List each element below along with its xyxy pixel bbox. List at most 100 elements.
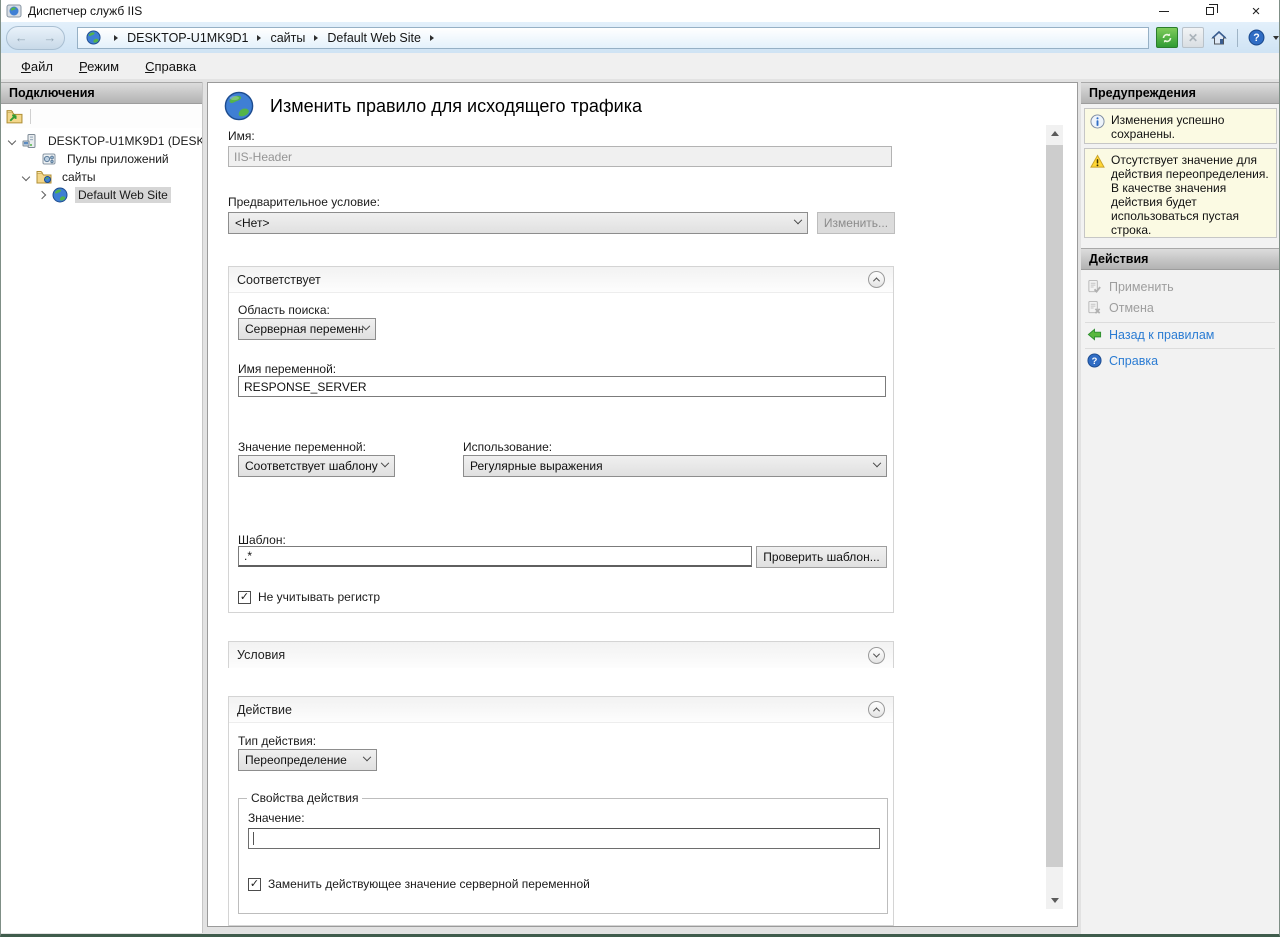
info-alert-text: Изменения успешно сохранены. (1111, 113, 1272, 139)
toolbar-divider (1237, 29, 1238, 47)
chevron-down-icon (794, 216, 802, 224)
stop-icon: ✕ (1188, 31, 1198, 45)
back-to-rules-label: Назад к правилам (1109, 328, 1214, 342)
iis-app-icon (6, 3, 22, 19)
expand-section-button[interactable] (868, 647, 885, 664)
collapse-section-button[interactable] (868, 271, 885, 288)
minimize-button[interactable] (1141, 0, 1187, 22)
value-input[interactable] (248, 828, 880, 849)
tree-item-default-web-site[interactable]: Default Web Site (1, 186, 202, 204)
breadcrumb[interactable]: DESKTOP-U1MK9D1 сайты Default Web Site (77, 27, 1149, 49)
info-icon (1090, 114, 1105, 129)
apply-button[interactable]: Применить (1087, 279, 1174, 294)
breadcrumb-arrow-icon (257, 35, 261, 41)
action-type-select[interactable]: Переопределение (238, 749, 377, 771)
back-nav-icon[interactable]: ← (15, 31, 28, 44)
connections-toolbar (1, 104, 202, 128)
menu-help[interactable]: Справка (139, 56, 202, 77)
replace-value-checkbox[interactable]: ✓ (248, 878, 261, 891)
page-globe-icon (224, 91, 254, 121)
chevron-down-icon[interactable] (22, 173, 30, 181)
name-input[interactable] (228, 146, 892, 167)
sites-folder-icon (36, 169, 52, 185)
help-icon: ? (1087, 353, 1102, 368)
server-icon (22, 133, 38, 149)
name-label: Имя: (228, 129, 255, 143)
text-caret (253, 832, 254, 845)
edit-precondition-button[interactable]: Изменить... (817, 212, 895, 234)
chevron-down-icon (873, 459, 881, 467)
create-connection-icon[interactable] (6, 108, 23, 125)
menu-view[interactable]: Режим (73, 56, 125, 77)
action-section-header: Действие (229, 697, 893, 723)
home-button[interactable] (1208, 27, 1230, 48)
scrollbar-thumb[interactable] (1046, 145, 1063, 867)
scope-select[interactable]: Серверная переменн (238, 318, 376, 340)
pattern-label: Шаблон: (238, 533, 286, 547)
replace-value-label: Заменить действующее значение серверной … (268, 877, 590, 891)
apply-icon (1087, 279, 1102, 294)
refresh-button[interactable] (1156, 27, 1178, 48)
breadcrumb-server[interactable]: DESKTOP-U1MK9D1 (127, 31, 248, 45)
menu-file[interactable]: Файл (15, 56, 59, 77)
usage-value: Регулярные выражения (470, 459, 603, 473)
close-button[interactable]: × (1233, 0, 1279, 22)
breadcrumb-sites[interactable]: сайты (270, 31, 305, 45)
vertical-scrollbar[interactable] (1046, 125, 1063, 909)
chevron-down-icon (873, 650, 880, 657)
scroll-up-button[interactable] (1046, 125, 1063, 142)
conditions-section-title: Условия (237, 648, 285, 662)
restore-button[interactable] (1187, 0, 1233, 22)
tree-item-sites[interactable]: сайты (1, 168, 202, 186)
collapse-section-button[interactable] (868, 701, 885, 718)
warning-alert: Отсутствует значение для действия переоп… (1084, 148, 1277, 238)
back-arrow-icon (1087, 327, 1102, 342)
tree-sites-label: сайты (59, 169, 99, 185)
toolbar-divider (30, 109, 31, 124)
tree-item-server[interactable]: DESKTOP-U1MK9D1 (DESKTOI (1, 132, 202, 150)
precondition-select[interactable]: <Нет> (228, 212, 808, 234)
connections-header: Подключения (1, 82, 202, 104)
alerts-header: Предупреждения (1081, 82, 1280, 104)
tree-item-app-pools[interactable]: Пулы приложений (1, 150, 202, 168)
value-label: Значение: (248, 811, 305, 825)
chevron-right-icon[interactable] (38, 191, 46, 199)
iis-manager-window: Диспетчер служб IIS × ← → DESKTOP-U1MK9D… (0, 0, 1280, 937)
forward-nav-icon[interactable]: → (43, 31, 56, 44)
action-section: Действие Тип действия: Переопределение С… (228, 696, 894, 926)
pattern-input[interactable] (238, 546, 752, 567)
variable-name-input[interactable] (238, 376, 886, 397)
scroll-down-button[interactable] (1046, 892, 1063, 909)
back-to-rules-link[interactable]: Назад к правилам (1087, 327, 1214, 342)
replace-value-row: ✓ Заменить действующее значение серверно… (248, 877, 590, 891)
match-section: Соответствует Область поиска: Серверная … (228, 266, 894, 613)
match-section-header: Соответствует (229, 267, 893, 293)
ignore-case-row: ✓ Не учитывать регистр (238, 590, 380, 604)
chevron-down-icon (381, 459, 389, 467)
help-label: Справка (1109, 354, 1158, 368)
close-icon: × (1252, 4, 1261, 19)
variable-value-label: Значение переменной: (238, 440, 366, 454)
variable-name-label: Имя переменной: (238, 362, 336, 376)
address-bar: ← → DESKTOP-U1MK9D1 сайты Default Web Si… (1, 22, 1279, 53)
chevron-up-icon (873, 707, 880, 714)
cancel-button[interactable]: Отмена (1087, 300, 1154, 315)
actions-divider (1085, 348, 1275, 349)
match-section-title: Соответствует (237, 273, 321, 287)
help-link[interactable]: ? Справка (1087, 353, 1158, 368)
stop-button[interactable]: ✕ (1182, 27, 1204, 48)
scope-label: Область поиска: (238, 303, 330, 317)
test-pattern-button[interactable]: Проверить шаблон... (756, 546, 887, 568)
help-icon: ? (1248, 29, 1265, 46)
action-section-title: Действие (237, 703, 292, 717)
title-bar: Диспетчер служб IIS × (1, 0, 1279, 22)
breadcrumb-default-web-site[interactable]: Default Web Site (327, 31, 421, 45)
action-properties-group: Свойства действия Значение: ✓ Заменить д… (238, 798, 888, 914)
help-dropdown-caret-icon[interactable] (1273, 36, 1279, 40)
help-button[interactable]: ? (1245, 27, 1267, 48)
globe-icon (52, 187, 68, 203)
variable-value-select[interactable]: Соответствует шаблону (238, 455, 395, 477)
chevron-down-icon[interactable] (8, 137, 16, 145)
ignore-case-checkbox[interactable]: ✓ (238, 591, 251, 604)
usage-select[interactable]: Регулярные выражения (463, 455, 887, 477)
